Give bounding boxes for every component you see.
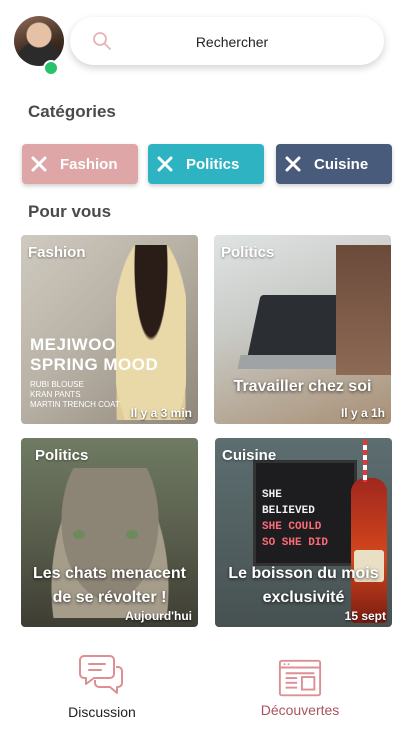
nav-label-decouvertes: Découvertes	[260, 702, 340, 718]
card-category: Fashion	[28, 244, 86, 261]
categories-heading: Catégories	[28, 102, 116, 121]
category-chip-cuisine[interactable]: Cuisine	[276, 144, 392, 184]
card-category: Cuisine	[222, 447, 277, 464]
card-title: Travailler chez soi	[233, 378, 372, 395]
remove-icon[interactable]	[284, 155, 302, 173]
nav-item-discussion[interactable]: Discussion	[27, 650, 177, 730]
news-browser-icon	[278, 659, 322, 697]
card-overlay-details: RUBI BLOUSE KRAN PANTS MARTIN TRENCH COA…	[30, 380, 120, 409]
search-bar[interactable]	[70, 17, 384, 65]
nav-item-decouvertes[interactable]: Découvertes	[225, 650, 375, 730]
search-icon	[93, 32, 111, 50]
search-input[interactable]	[130, 29, 334, 55]
card-timestamp: Il y a 1h	[340, 406, 385, 420]
card-timestamp: 15 sept	[344, 609, 386, 623]
nav-label-discussion: Discussion	[68, 704, 136, 720]
chat-bubbles-icon	[79, 655, 123, 694]
category-chip-politics[interactable]: Politics	[148, 144, 264, 184]
user-avatar[interactable]	[14, 16, 64, 66]
article-card-cuisine[interactable]: SHE BELIEVED SHE COULD SO SHE DID Cuisin…	[215, 438, 392, 627]
article-card-fashion[interactable]: Fashion MEJIWOO SPRING MOOD RUBI BLOUSE …	[21, 235, 198, 424]
card-overlay-headline: MEJIWOO SPRING MOOD	[30, 335, 159, 374]
card-title: Les chats menacent de se révolter !	[33, 565, 186, 606]
category-chip-fashion[interactable]: Fashion	[22, 144, 138, 184]
card-title: Le boisson du mois exclusivité	[228, 565, 379, 606]
card-timestamp: Il y a 3 min	[130, 406, 192, 420]
article-card-politics-work[interactable]: Politics Travailler chez soi Il y a 1h	[214, 235, 391, 424]
article-card-politics-cats[interactable]: Politics Les chats menacent de se révolt…	[21, 438, 198, 627]
card-image	[116, 245, 186, 420]
card-image: SHE BELIEVED SHE COULD SO SHE DID	[253, 460, 357, 566]
remove-icon[interactable]	[156, 155, 174, 173]
remove-icon[interactable]	[30, 155, 48, 173]
chip-label: Fashion	[60, 155, 118, 173]
card-category: Politics	[35, 447, 89, 464]
for-you-heading: Pour vous	[28, 202, 112, 221]
card-category: Politics	[221, 244, 275, 261]
chip-label: Politics	[186, 155, 240, 173]
card-timestamp: Aujourd'hui	[125, 609, 192, 623]
chip-label: Cuisine	[314, 155, 369, 173]
online-status-indicator	[43, 60, 59, 76]
